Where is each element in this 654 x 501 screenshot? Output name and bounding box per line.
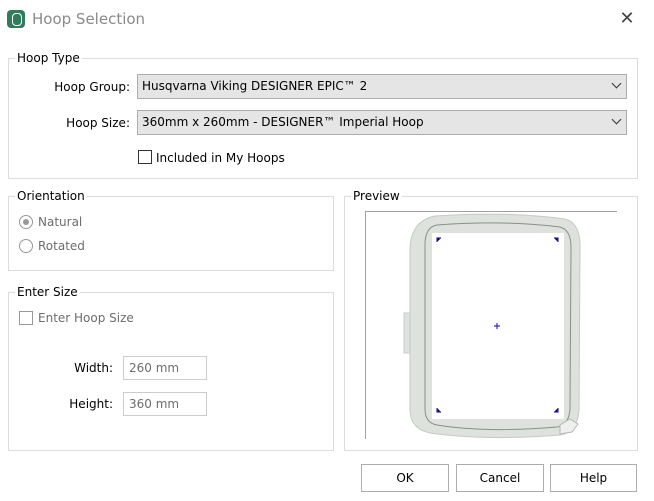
close-icon[interactable]: ✕ [616, 8, 638, 30]
hoop-preview [365, 211, 617, 439]
hoop-type-legend: Hoop Type [15, 51, 82, 65]
ok-button[interactable]: OK [361, 464, 449, 492]
chevron-down-icon [611, 78, 622, 89]
height-label: Height: [69, 397, 113, 411]
included-in-my-hoops-label: Included in My Hoops [156, 151, 285, 165]
cancel-button[interactable]: Cancel [456, 464, 544, 492]
width-input[interactable]: 260 mm [123, 356, 207, 380]
hoop-size-value: 360mm x 260mm - DESIGNER™ Imperial Hoop [142, 115, 424, 129]
rotated-label: Rotated [38, 239, 85, 253]
orientation-legend: Orientation [15, 189, 87, 203]
hoop-group-value: Husqvarna Viking DESIGNER EPIC™ 2 [142, 79, 368, 93]
enter-hoop-size-label: Enter Hoop Size [38, 311, 134, 325]
hoop-group-label: Hoop Group: [54, 80, 130, 94]
hoop-group-select[interactable]: Husqvarna Viking DESIGNER EPIC™ 2 [137, 74, 627, 99]
width-label: Width: [74, 361, 113, 375]
included-in-my-hoops-checkbox[interactable] [138, 150, 152, 164]
hoop-size-label: Hoop Size: [66, 116, 130, 130]
height-input[interactable]: 360 mm [123, 392, 207, 416]
chevron-down-icon [611, 114, 622, 125]
preview-legend: Preview [351, 189, 402, 203]
orientation-group [8, 196, 334, 271]
enter-hoop-size-checkbox[interactable] [19, 311, 33, 325]
hoop-size-select[interactable]: 360mm x 260mm - DESIGNER™ Imperial Hoop [137, 110, 627, 135]
natural-radio[interactable] [19, 215, 33, 229]
help-button[interactable]: Help [550, 464, 637, 492]
window-title: Hoop Selection [32, 10, 146, 28]
hoop-app-icon [7, 10, 25, 28]
rotated-radio[interactable] [19, 239, 33, 253]
natural-label: Natural [38, 215, 83, 229]
enter-size-legend: Enter Size [15, 285, 80, 299]
